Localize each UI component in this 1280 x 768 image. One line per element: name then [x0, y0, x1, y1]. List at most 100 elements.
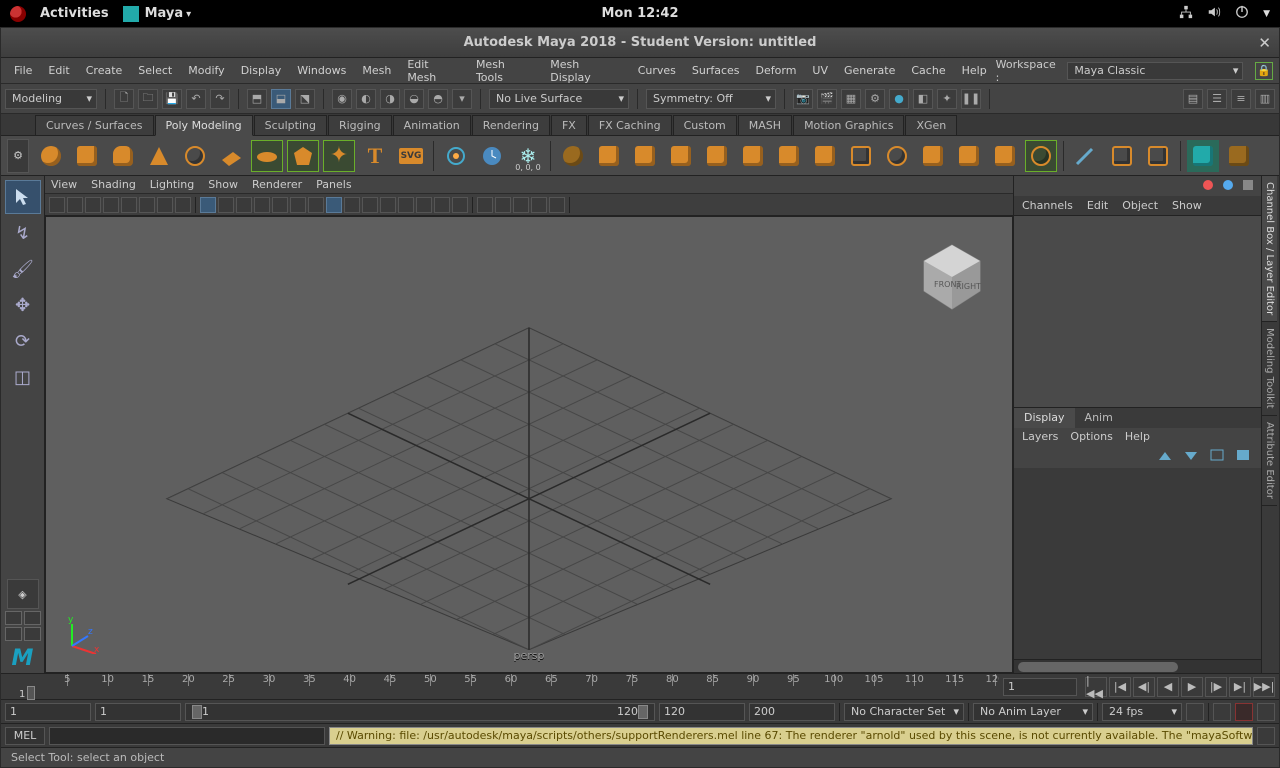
script-lang-dropdown[interactable]: MEL: [5, 727, 45, 745]
clock[interactable]: Mon 12:42: [601, 6, 678, 21]
auto-key-button[interactable]: [1213, 703, 1231, 721]
go-to-start-button[interactable]: |◀◀: [1085, 677, 1107, 697]
close-icon[interactable]: ✕: [1258, 34, 1271, 52]
fps-dropdown[interactable]: 24 fps: [1102, 703, 1182, 721]
last-tool-button[interactable]: ◈: [7, 579, 39, 609]
layout-two-stack[interactable]: [24, 627, 41, 641]
workspace-dropdown[interactable]: Maya Classic: [1067, 62, 1243, 80]
range-handle-start[interactable]: [192, 705, 202, 719]
menu-help[interactable]: Help: [955, 61, 994, 80]
current-time-marker[interactable]: [27, 686, 35, 700]
pt-grease[interactable]: [139, 197, 155, 213]
current-frame-field[interactable]: 1: [1003, 678, 1077, 696]
activities-button[interactable]: Activities: [40, 6, 109, 21]
side-tab-attribute-editor[interactable]: Attribute Editor: [1262, 416, 1277, 506]
soft-select-button[interactable]: [440, 140, 472, 172]
pt-resolution-gate[interactable]: [200, 197, 216, 213]
system-menu-caret[interactable]: ▼: [1263, 9, 1270, 19]
menu-mesh-display[interactable]: Mesh Display: [543, 55, 628, 87]
layer-scrollbar[interactable]: [1014, 659, 1261, 673]
menu-select[interactable]: Select: [131, 61, 179, 80]
panel-menu-lighting[interactable]: Lighting: [150, 178, 194, 191]
shelf-tab-rendering[interactable]: Rendering: [472, 115, 550, 135]
pt-2d-pan[interactable]: [121, 197, 137, 213]
poly-type-button[interactable]: T: [359, 140, 391, 172]
uv-editor-button[interactable]: [1187, 140, 1219, 172]
snap-toggle-button[interactable]: ▾: [452, 89, 472, 109]
menu-deform[interactable]: Deform: [749, 61, 804, 80]
pt-grid[interactable]: [157, 197, 173, 213]
play-forward-button[interactable]: ▶: [1181, 677, 1203, 697]
bevel-button[interactable]: [809, 140, 841, 172]
menu-display[interactable]: Display: [234, 61, 289, 80]
paint-select-tool[interactable]: 🖌: [5, 252, 41, 286]
snap-curve-button[interactable]: ◐: [356, 89, 376, 109]
pt-view-transform[interactable]: [513, 197, 529, 213]
layer-menu-help[interactable]: Help: [1125, 430, 1150, 444]
shelf-tab-poly[interactable]: Poly Modeling: [155, 115, 253, 136]
live-surface-dropdown[interactable]: No Live Surface: [489, 89, 629, 109]
boolean-button[interactable]: [665, 140, 697, 172]
shelf-options-button[interactable]: ⚙: [7, 139, 29, 173]
anim-layer-dropdown[interactable]: No Anim Layer: [973, 703, 1093, 721]
pt-isolate[interactable]: [344, 197, 360, 213]
set-key-button[interactable]: [1235, 703, 1253, 721]
volume-icon[interactable]: [1207, 5, 1221, 23]
pt-lock-camera[interactable]: [67, 197, 83, 213]
range-start-inner-field[interactable]: 1: [95, 703, 181, 721]
go-to-end-button[interactable]: ▶▶|: [1253, 677, 1275, 697]
pt-motion-blur[interactable]: [416, 197, 432, 213]
snap-grid-button[interactable]: ◉: [332, 89, 352, 109]
select-by-component-button[interactable]: ⬔: [295, 89, 315, 109]
select-by-object-button[interactable]: ⬓: [271, 89, 291, 109]
menu-set-dropdown[interactable]: Modeling: [5, 89, 97, 109]
character-set-dropdown[interactable]: No Character Set: [844, 703, 964, 721]
extrude-button[interactable]: [737, 140, 769, 172]
layout-single[interactable]: [5, 611, 22, 625]
pt-exposure[interactable]: [477, 197, 493, 213]
viewport[interactable]: FRONT RIGHT y x z persp: [45, 216, 1013, 673]
circularize-button[interactable]: [1025, 140, 1057, 172]
menu-uv[interactable]: UV: [805, 61, 835, 80]
pt-dof[interactable]: [452, 197, 468, 213]
panel-menu-panels[interactable]: Panels: [316, 178, 351, 191]
crease-button[interactable]: [1142, 140, 1174, 172]
menu-curves[interactable]: Curves: [631, 61, 683, 80]
panel-menu-shading[interactable]: Shading: [91, 178, 136, 191]
render-settings-button[interactable]: ⚙: [865, 89, 885, 109]
pt-shadows[interactable]: [326, 197, 342, 213]
range-start-outer-field[interactable]: 1: [5, 703, 91, 721]
chan-menu-channels[interactable]: Channels: [1022, 199, 1073, 212]
pt-aa[interactable]: [434, 197, 450, 213]
pt-background[interactable]: [531, 197, 547, 213]
render-frame-button[interactable]: 🎬: [817, 89, 837, 109]
shelf-tab-mash[interactable]: MASH: [738, 115, 792, 135]
script-editor-button[interactable]: [1257, 727, 1275, 745]
power-icon[interactable]: [1235, 5, 1249, 23]
shelf-tab-sculpting[interactable]: Sculpting: [254, 115, 327, 135]
mirror-button[interactable]: [989, 140, 1021, 172]
target-weld-button[interactable]: [917, 140, 949, 172]
quad-draw-button[interactable]: [1106, 140, 1138, 172]
poly-cone-button[interactable]: [143, 140, 175, 172]
undo-button[interactable]: ↶: [186, 89, 206, 109]
pt-select-camera[interactable]: [49, 197, 65, 213]
extract-button[interactable]: [629, 140, 661, 172]
range-handle-end[interactable]: [638, 705, 648, 719]
poly-plane-button[interactable]: [215, 140, 247, 172]
layer-tab-anim[interactable]: Anim: [1075, 408, 1123, 428]
poly-cube-button[interactable]: [71, 140, 103, 172]
maya-logo-icon[interactable]: M: [7, 643, 39, 673]
shelf-tab-curves[interactable]: Curves / Surfaces: [35, 115, 154, 135]
snap-plane-button[interactable]: ◒: [404, 89, 424, 109]
merge-button[interactable]: [953, 140, 985, 172]
pt-bookmark[interactable]: [85, 197, 101, 213]
shelf-tab-xgen[interactable]: XGen: [905, 115, 957, 135]
poly-torus-button[interactable]: [179, 140, 211, 172]
menu-mesh-tools[interactable]: Mesh Tools: [469, 55, 541, 87]
platonic-button[interactable]: [287, 140, 319, 172]
select-tool[interactable]: [5, 180, 41, 214]
pt-gamma[interactable]: [495, 197, 511, 213]
svg-button[interactable]: SVG: [395, 140, 427, 172]
select-by-hierarchy-button[interactable]: ⬒: [247, 89, 267, 109]
